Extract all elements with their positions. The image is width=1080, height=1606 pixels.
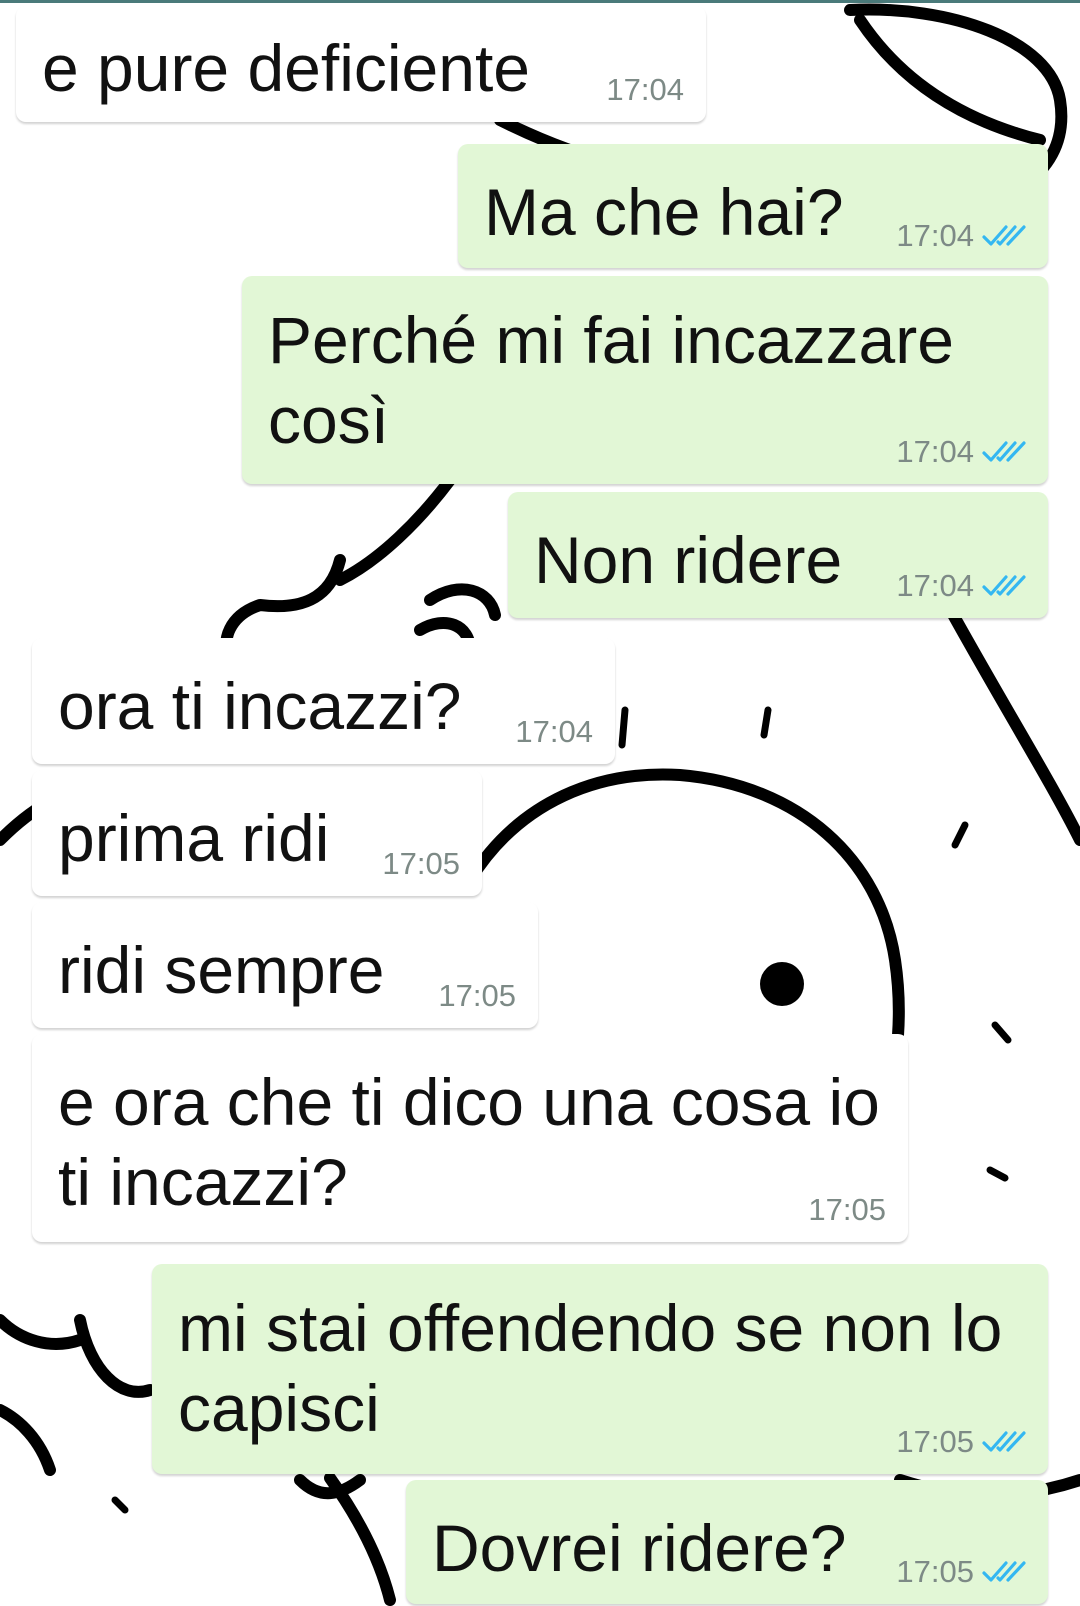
message-meta: 17:04 [515,714,593,750]
message-time: 17:05 [808,1192,886,1227]
message-outgoing[interactable]: Ma che hai? 17:04 [458,144,1048,268]
message-incoming[interactable]: ora ti incazzi? 17:04 [32,638,615,764]
message-meta: 17:04 [896,218,1026,254]
message-time: 17:04 [515,714,593,749]
message-incoming[interactable]: e pure deficiente 17:04 [16,6,706,122]
conversation[interactable]: e pure deficiente 17:04 Ma che hai? 17:0… [0,0,1080,1606]
message-outgoing[interactable]: Non ridere 17:04 [508,492,1048,618]
message-time: 17:04 [896,218,974,253]
message-meta: 17:05 [382,846,460,882]
message-time: 17:04 [606,72,684,107]
message-meta: 17:04 [896,568,1026,604]
message-outgoing[interactable]: Dovrei ridere? 17:05 [406,1480,1048,1604]
double-check-icon [982,1561,1026,1582]
message-text: e pure deficiente [42,31,531,105]
double-check-icon [982,441,1026,462]
message-meta: 17:05 [896,1424,1026,1460]
message-time: 17:05 [438,978,516,1013]
message-text: ora ti incazzi? [58,669,462,743]
message-incoming[interactable]: prima ridi 17:05 [32,770,482,896]
double-check-icon [982,1431,1026,1452]
message-incoming[interactable]: ridi sempre 17:05 [32,902,538,1028]
message-time: 17:04 [896,434,974,469]
message-time: 17:05 [896,1424,974,1459]
message-time: 17:05 [382,846,460,881]
message-time: 17:04 [896,568,974,603]
message-text: mi stai offendendo se non lo capisci [178,1291,1021,1445]
message-time: 17:05 [896,1554,974,1589]
double-check-icon [982,225,1026,246]
message-meta: 17:05 [896,1554,1026,1590]
message-meta: 17:04 [606,72,684,108]
double-check-icon [982,575,1026,596]
message-outgoing[interactable]: mi stai offendendo se non lo capisci 17:… [152,1264,1048,1474]
message-meta: 17:05 [438,978,516,1014]
message-incoming[interactable]: e ora che ti dico una cosa io ti incazzi… [32,1034,908,1242]
message-outgoing[interactable]: Perché mi fai incazzare così 17:04 [242,276,1048,484]
message-text: e ora che ti dico una cosa io ti incazzi… [58,1065,899,1219]
message-meta: 17:05 [808,1192,886,1228]
message-meta: 17:04 [896,434,1026,470]
